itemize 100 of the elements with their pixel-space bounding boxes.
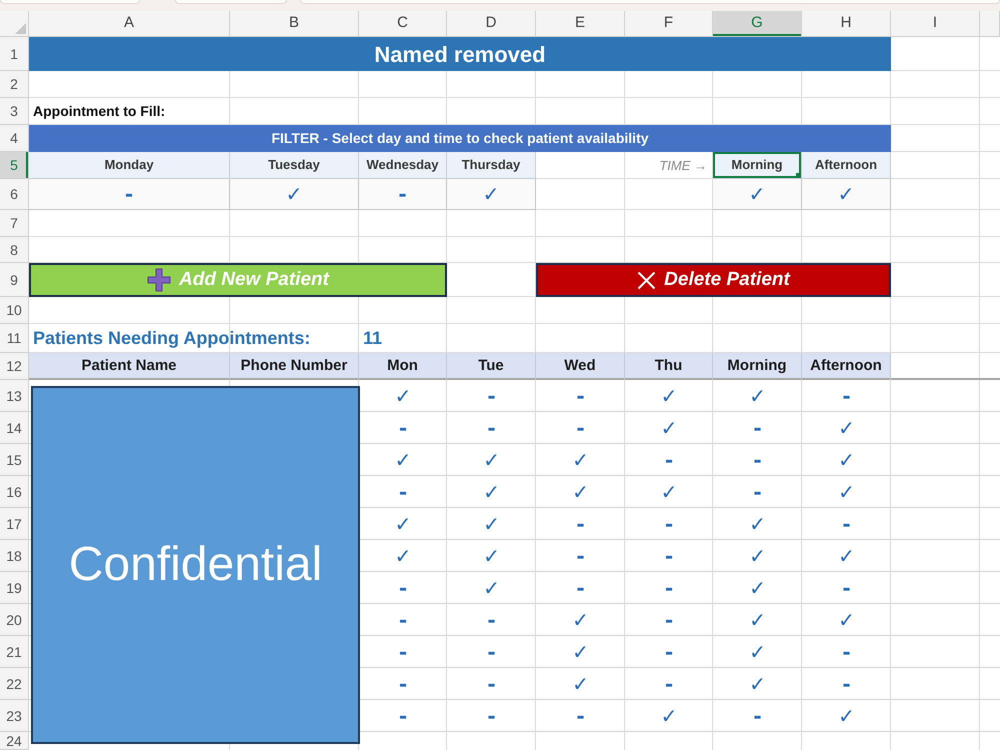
availability-value: ✓ [572, 610, 589, 630]
row-header[interactable]: 20 [0, 604, 29, 636]
column-header[interactable] [980, 11, 1000, 37]
filter-value: ✓ [447, 179, 536, 210]
row-header[interactable]: 22 [0, 668, 29, 700]
day-header[interactable]: Tuesday [230, 152, 359, 179]
row-header[interactable]: 15 [0, 444, 29, 476]
row-header[interactable]: 19 [0, 572, 29, 604]
availability-value: ✓ [838, 546, 855, 566]
column-header[interactable]: G [713, 11, 802, 37]
availability-value: ✓ [572, 642, 589, 662]
availability-value: ✓ [572, 450, 589, 470]
row-header[interactable]: 14 [0, 412, 29, 444]
close-icon [637, 270, 656, 290]
row-header[interactable]: 5 [0, 152, 29, 179]
row-header[interactable]: 9 [0, 263, 29, 297]
filter-value: ✓ [230, 179, 359, 210]
availability-value: - [398, 706, 408, 726]
patients-count: 11 [362, 327, 382, 350]
column-heading: Wed [536, 353, 625, 380]
column-heading: Afternoon [802, 353, 891, 380]
column-header[interactable]: B [230, 11, 359, 37]
row-header[interactable]: 2 [0, 71, 29, 98]
row-header[interactable]: 4 [0, 125, 29, 152]
filter-value: - [359, 179, 447, 210]
availability-value: ✓ [572, 674, 589, 694]
availability-value: ✓ [572, 482, 589, 502]
availability-value: - [753, 418, 762, 438]
column-heading: Morning [713, 353, 802, 380]
day-header[interactable]: Wednesday [359, 152, 447, 179]
row-header[interactable]: 18 [0, 540, 29, 572]
availability-value: ✓ [838, 482, 855, 502]
availability-value: ✓ [660, 706, 678, 726]
row-header[interactable]: 23 [0, 700, 29, 732]
availability-value: - [753, 450, 762, 470]
availability-value: ✓ [483, 578, 500, 598]
availability-value: ✓ [749, 674, 766, 694]
availability-value: - [576, 546, 585, 566]
column-header[interactable]: E [536, 11, 625, 37]
row-header[interactable]: 21 [0, 636, 29, 668]
row-header[interactable]: 10 [0, 297, 29, 324]
availability-value: ✓ [749, 610, 766, 630]
day-header[interactable]: Monday [29, 152, 230, 179]
column-heading: Thu [625, 353, 713, 380]
availability-value: - [398, 578, 408, 598]
row-header[interactable]: 3 [0, 98, 29, 125]
availability-value: - [398, 674, 408, 694]
time-header[interactable]: Morning [713, 152, 802, 179]
availability-value: ✓ [483, 482, 500, 502]
row-header[interactable]: 6 [0, 179, 29, 210]
column-header[interactable]: C [359, 11, 447, 37]
availability-value: ✓ [660, 386, 678, 406]
row-header[interactable]: 16 [0, 476, 29, 508]
availability-value: - [398, 610, 408, 630]
column-header[interactable]: F [625, 11, 713, 37]
row-header[interactable]: 12 [0, 353, 29, 380]
availability-value: - [753, 482, 762, 502]
time-label: TIME → [659, 156, 708, 175]
availability-value: ✓ [749, 578, 766, 598]
availability-value: - [664, 674, 674, 694]
availability-value: ✓ [749, 642, 766, 662]
row-header[interactable]: 13 [0, 380, 29, 412]
availability-value: ✓ [394, 386, 412, 406]
title-banner: Named removed [29, 37, 891, 71]
plus-icon [147, 268, 172, 292]
availability-value: ✓ [483, 546, 500, 566]
column-header[interactable]: D [447, 11, 536, 37]
patients-count-label: Patients Needing Appointments: [32, 327, 310, 350]
delete-patient-button[interactable]: Delete Patient [536, 263, 891, 297]
availability-value: - [487, 642, 496, 662]
availability-value: - [664, 514, 674, 534]
availability-value: ✓ [838, 706, 855, 726]
availability-value: - [576, 514, 585, 534]
column-header[interactable]: H [802, 11, 891, 37]
day-header[interactable]: Thursday [447, 152, 536, 179]
row-header[interactable]: 7 [0, 210, 29, 237]
availability-value: - [398, 418, 408, 438]
row-header[interactable]: 24 [0, 732, 29, 750]
availability-value: - [842, 386, 851, 406]
availability-value: ✓ [749, 546, 766, 566]
availability-value: - [664, 546, 674, 566]
availability-value: ✓ [660, 418, 678, 438]
availability-value: - [576, 706, 585, 726]
availability-value: - [487, 386, 496, 406]
availability-value: - [487, 418, 496, 438]
fill-handle-icon[interactable] [796, 173, 801, 178]
row-header[interactable]: 11 [0, 324, 29, 353]
filter-value: ✓ [713, 179, 802, 210]
confidential-overlay: Confidential [31, 386, 360, 744]
column-header[interactable]: A [29, 11, 230, 37]
availability-value: ✓ [838, 610, 855, 630]
time-header[interactable]: Afternoon [802, 152, 891, 179]
column-header[interactable]: I [891, 11, 980, 37]
filter-banner: FILTER - Select day and time to check patient availability [29, 125, 891, 152]
row-header[interactable]: 8 [0, 237, 29, 263]
availability-value: - [487, 674, 496, 694]
row-header[interactable]: 1 [0, 37, 29, 71]
availability-value: ✓ [749, 514, 766, 534]
row-header[interactable]: 17 [0, 508, 29, 540]
select-all-button[interactable] [0, 11, 29, 37]
